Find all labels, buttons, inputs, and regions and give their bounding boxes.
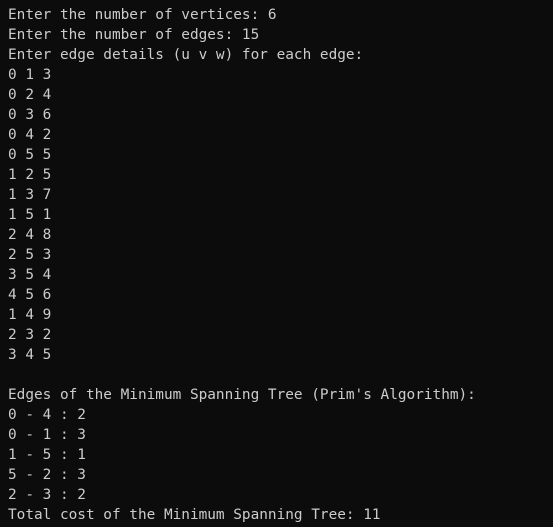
edge-input-line: 1 5 1 <box>8 207 52 223</box>
total-cost-line: Total cost of the Minimum Spanning Tree:… <box>8 507 381 523</box>
edge-input-line: 2 3 2 <box>8 327 52 343</box>
edge-input-line: 1 3 7 <box>8 187 52 203</box>
mst-header-line: Edges of the Minimum Spanning Tree (Prim… <box>8 387 476 403</box>
edge-input-line: 0 5 5 <box>8 147 52 163</box>
edge-input-line: 3 4 5 <box>8 347 52 363</box>
edge-input-line: 1 2 5 <box>8 167 52 183</box>
edge-input-line: 0 2 4 <box>8 87 52 103</box>
edge-input-line: 4 5 6 <box>8 287 52 303</box>
edge-input-line: 3 5 4 <box>8 267 52 283</box>
prompt-vertices-line: Enter the number of vertices: 6 <box>8 7 277 23</box>
mst-edge-line: 0 - 4 : 2 <box>8 407 86 423</box>
edge-input-line: 1 4 9 <box>8 307 52 323</box>
mst-edge-line: 5 - 2 : 3 <box>8 467 86 483</box>
prompt-edges-line: Enter the number of edges: 15 <box>8 27 260 43</box>
edge-input-line: 2 4 8 <box>8 227 52 243</box>
terminal-output[interactable]: Enter the number of vertices: 6 Enter th… <box>0 0 553 527</box>
mst-edge-line: 0 - 1 : 3 <box>8 427 86 443</box>
edge-input-line: 0 3 6 <box>8 107 52 123</box>
prompt-edge-details-line: Enter edge details (u v w) for each edge… <box>8 47 364 63</box>
edge-input-line: 0 1 3 <box>8 67 52 83</box>
edge-input-line: 2 5 3 <box>8 247 52 263</box>
mst-edge-line: 2 - 3 : 2 <box>8 487 86 503</box>
mst-edge-line: 1 - 5 : 1 <box>8 447 86 463</box>
edge-input-line: 0 4 2 <box>8 127 52 143</box>
